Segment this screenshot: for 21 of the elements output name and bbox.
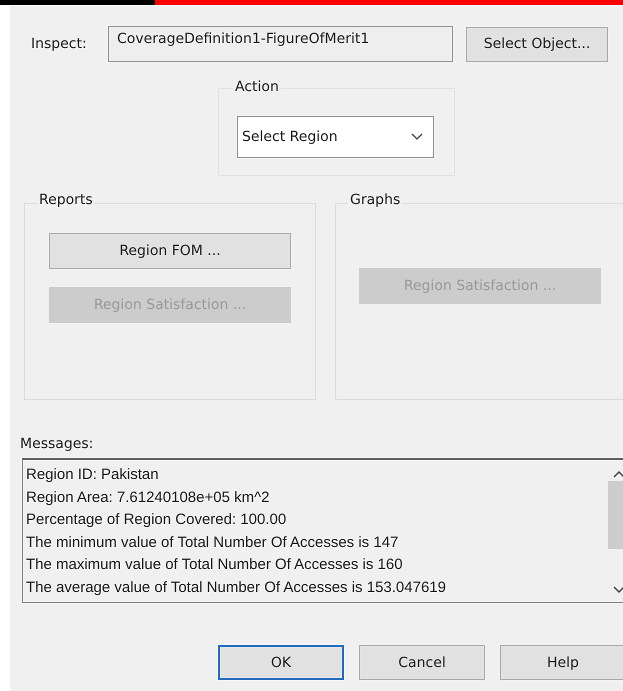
inspect-field[interactable]: CoverageDefinition1-FigureOfMerit1: [108, 26, 453, 62]
chevron-down-icon: [411, 133, 423, 141]
select-object-button[interactable]: Select Object...: [466, 26, 608, 62]
scroll-up-icon[interactable]: [613, 470, 623, 478]
dialog-button[interactable]: Cancel: [359, 645, 485, 680]
inspect-label: Inspect:: [31, 36, 88, 52]
reports-title: Reports: [37, 192, 95, 208]
message-line: Percentage of Region Covered: 100.00: [26, 510, 288, 530]
graphs-title: Graphs: [348, 192, 402, 208]
messages-box[interactable]: [22, 458, 623, 603]
message-line: The average value of Total Number Of Accesses is 153.047619: [26, 578, 447, 598]
message-line: The minimum value of Total Number Of Accesses is 147: [26, 532, 400, 553]
action-dropdown[interactable]: Select Region: [237, 116, 434, 158]
messages-label: Messages:: [20, 436, 94, 452]
message-line: The maximum value of Total Number Of Accesses is 160: [26, 555, 404, 576]
dialog-button[interactable]: OK: [218, 645, 344, 680]
message-line: Region Area: 7.61240108e+05 km^2: [26, 488, 270, 508]
dialog-button[interactable]: Help: [500, 645, 623, 680]
message-line: Region ID: Pakistan: [26, 465, 160, 485]
report-button[interactable]: Region FOM ...: [49, 233, 291, 269]
scroll-down-icon[interactable]: [613, 586, 623, 594]
